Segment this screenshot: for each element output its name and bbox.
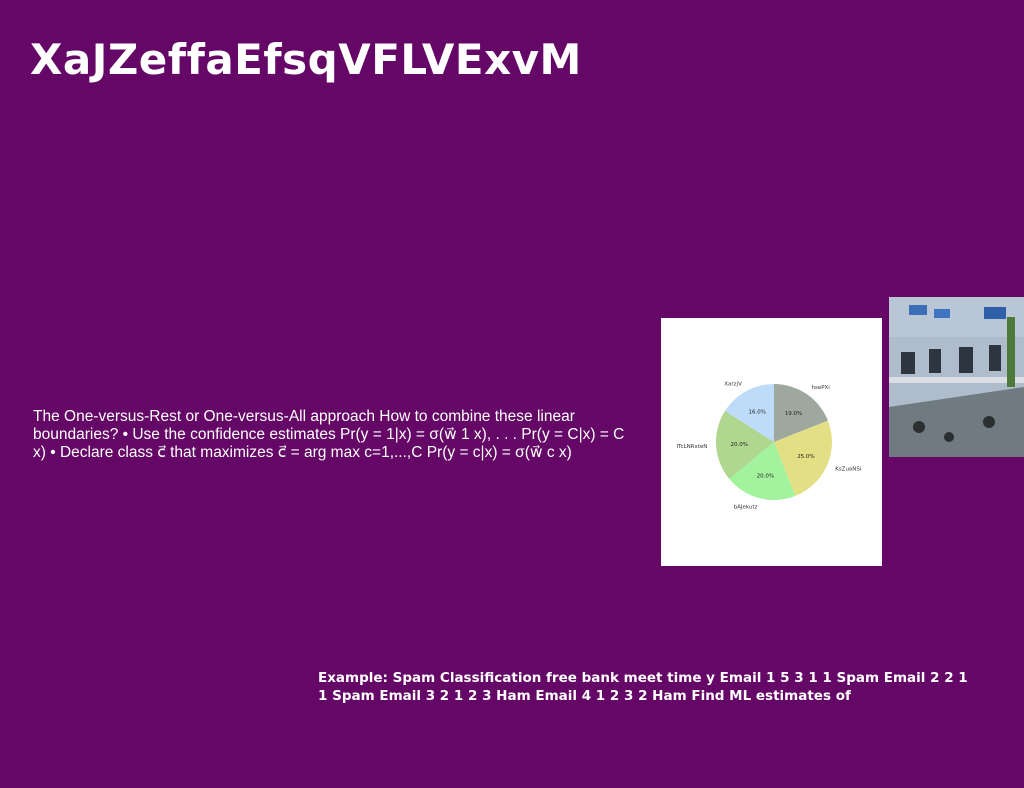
pie-category-label-KsZuaNSi: KsZuaNSi: [835, 466, 862, 472]
building-photo-image: [889, 297, 1024, 457]
example-text: Example: Spam Classification free bank m…: [318, 670, 968, 704]
pie-chart-figure: 19.0% hsePXi 25.0% KsZuaNSi 20.0% bAJekutz 20.…: [661, 318, 882, 566]
pie-category-label-ITcLNRxteN: ITcLNRxteN: [676, 444, 707, 450]
pie-chart: 19.0% hsePXi 25.0% KsZuaNSi 20.0% bAJekutz 20.…: [676, 382, 862, 511]
pie-pct-label-ITcLNRxteN: 20.0%: [731, 442, 748, 448]
pie-pct-label-XarzjV: 16.0%: [748, 410, 765, 416]
slide-title: XaJZeffaEfsqVFLVExvM: [30, 35, 582, 84]
pie-pct-label-bAJekutz: 20.0%: [757, 474, 774, 480]
pie-pct-label-KsZuaNSi: 25.0%: [797, 454, 814, 460]
pie-category-label-bAJekutz: bAJekutz: [734, 505, 758, 511]
slide-body-text: The One-versus-Rest or One-versus-All ap…: [33, 408, 625, 461]
pie-pct-label-hsePXi: 19.0%: [785, 411, 802, 417]
building-photo: [889, 297, 1024, 457]
pie-category-label-XarzjV: XarzjV: [724, 382, 742, 388]
pie-category-label-hsePXi: hsePXi: [811, 385, 830, 391]
